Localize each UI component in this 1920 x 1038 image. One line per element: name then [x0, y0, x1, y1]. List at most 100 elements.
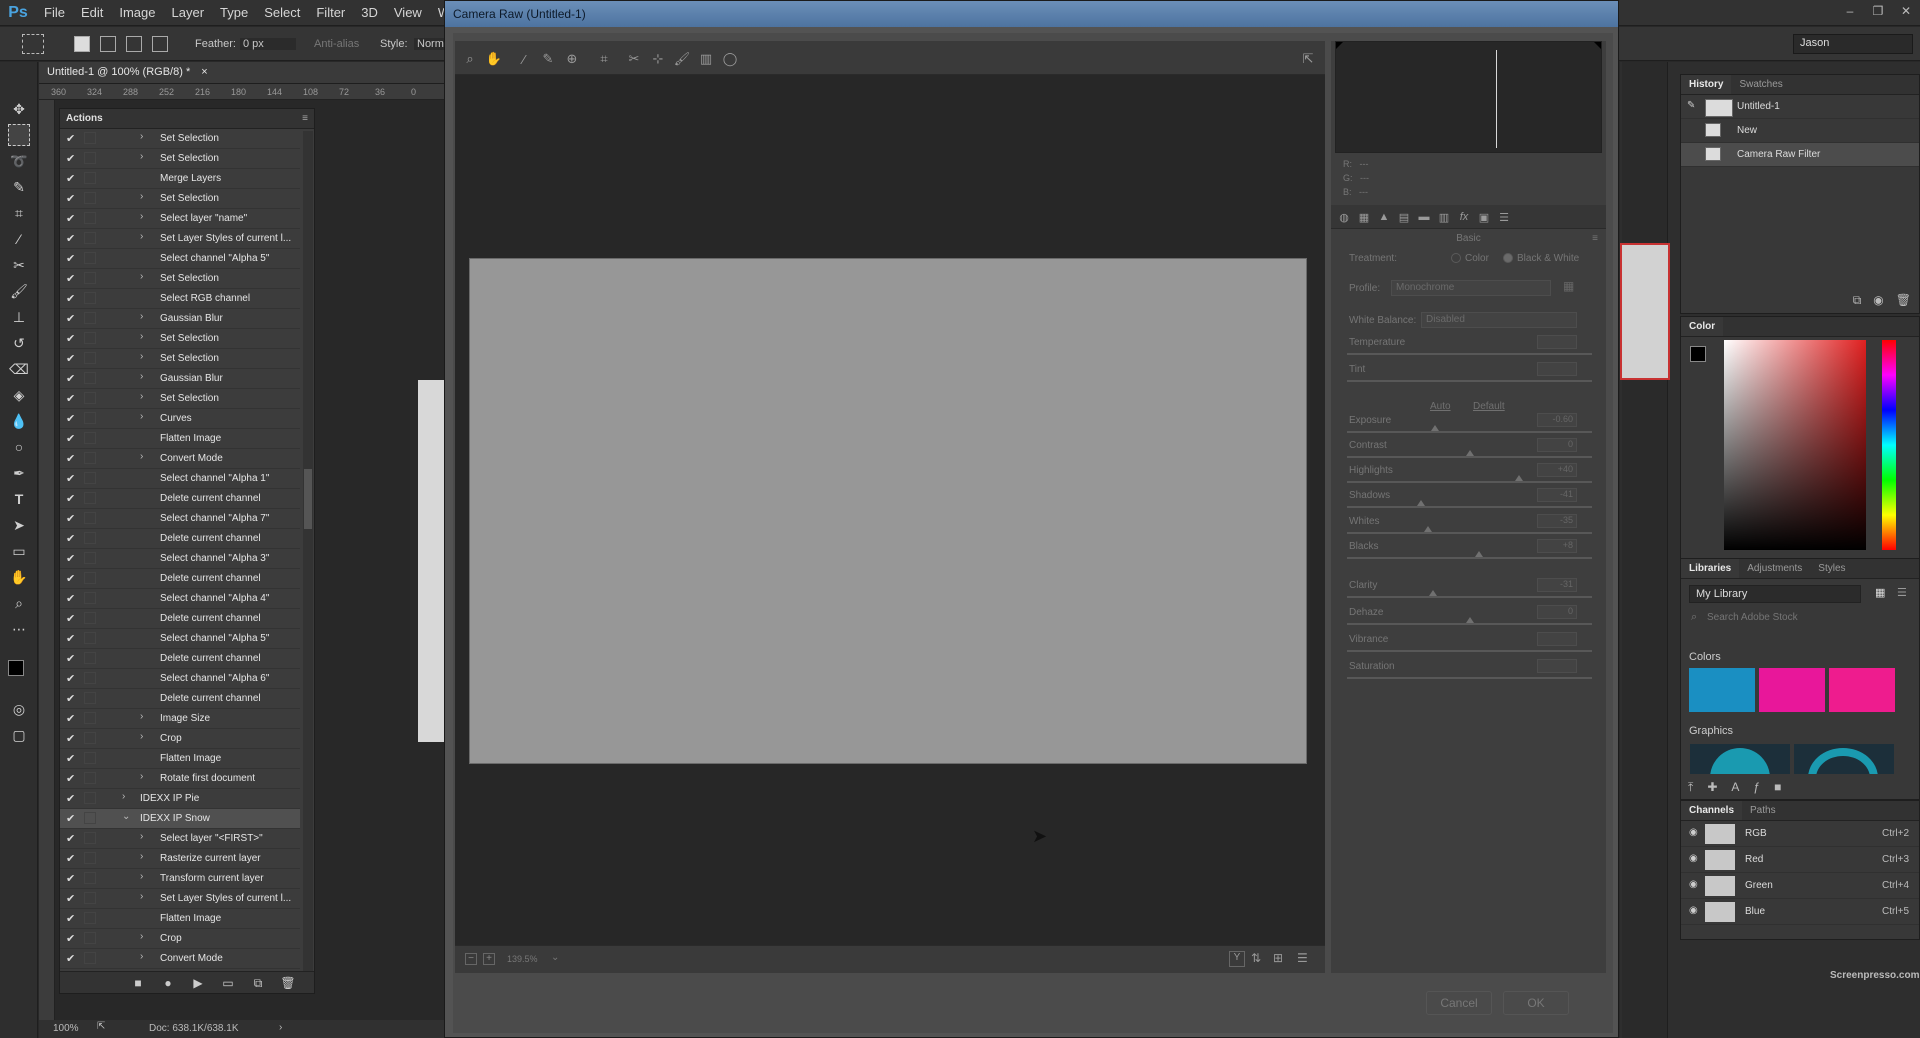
- dialog-toggle[interactable]: [84, 672, 96, 684]
- dialog-toggle[interactable]: [84, 372, 96, 384]
- healing-tool-icon[interactable]: ✂: [8, 254, 30, 276]
- dialog-toggle[interactable]: [84, 352, 96, 364]
- expand-chevron-icon[interactable]: ›: [122, 791, 125, 802]
- vibrance-value-field[interactable]: [1537, 632, 1577, 646]
- camera-calibration-icon[interactable]: ▣: [1477, 210, 1491, 224]
- library-graphic-1[interactable]: [1690, 744, 1790, 774]
- toggle-check-icon[interactable]: ✔: [66, 892, 75, 905]
- history-snapshot[interactable]: ✎ Untitled-1: [1681, 95, 1919, 119]
- dialog-toggle[interactable]: [84, 652, 96, 664]
- menu-filter[interactable]: Filter: [308, 0, 353, 26]
- expand-chevron-icon[interactable]: ›: [140, 711, 143, 722]
- channel-row[interactable]: ◉ RGB Ctrl+2: [1681, 821, 1919, 847]
- dehaze-slider-track[interactable]: [1347, 623, 1592, 625]
- toggle-check-icon[interactable]: ✔: [66, 372, 75, 385]
- radial-filter-icon[interactable]: ◯: [721, 50, 739, 68]
- profile-select[interactable]: Monochrome: [1391, 280, 1551, 296]
- toggle-settings-icon[interactable]: ☰: [1297, 951, 1308, 965]
- expand-chevron-icon[interactable]: ›: [140, 371, 143, 382]
- action-step-row[interactable]: ✔ Merge Layers: [60, 169, 300, 189]
- toggle-check-icon[interactable]: ✔: [66, 612, 75, 625]
- treatment-color-radio[interactable]: [1451, 253, 1461, 263]
- expand-chevron-icon[interactable]: ›: [140, 311, 143, 322]
- action-step-row[interactable]: ✔ › Set Layer Styles of current l...: [60, 229, 300, 249]
- dialog-toggle[interactable]: [84, 272, 96, 284]
- dialog-toggle[interactable]: [84, 812, 96, 824]
- treatment-bw-radio[interactable]: [1503, 253, 1513, 263]
- action-step-row[interactable]: ✔ Delete current channel: [60, 649, 300, 669]
- action-step-row[interactable]: ✔ › Convert Mode: [60, 949, 300, 969]
- eyedropper-tool-icon[interactable]: ⁄: [8, 228, 30, 250]
- action-step-row[interactable]: ✔ › Gaussian Blur: [60, 369, 300, 389]
- expand-chevron-icon[interactable]: ›: [140, 211, 143, 222]
- type-tool-icon[interactable]: T: [8, 488, 30, 510]
- camera-raw-image[interactable]: [469, 258, 1307, 764]
- toggle-check-icon[interactable]: ✔: [66, 512, 75, 525]
- add-color-icon[interactable]: ■: [1774, 780, 1781, 795]
- blacks-value-field[interactable]: +8: [1537, 539, 1577, 553]
- toggle-check-icon[interactable]: ✔: [66, 592, 75, 605]
- more-tools-icon[interactable]: ⋯: [8, 618, 30, 640]
- panel-menu-icon[interactable]: ≡: [302, 113, 308, 124]
- dialog-toggle[interactable]: [84, 712, 96, 724]
- actions-panel-title[interactable]: Actions: [66, 113, 103, 124]
- vibrance-slider-track[interactable]: [1347, 650, 1592, 652]
- zoom-tool-icon[interactable]: ⌕: [461, 50, 479, 68]
- toggle-check-icon[interactable]: ✔: [66, 312, 75, 325]
- dialog-toggle[interactable]: [84, 592, 96, 604]
- shadows-value-field[interactable]: -41: [1537, 488, 1577, 502]
- dialog-toggle[interactable]: [84, 512, 96, 524]
- action-step-row[interactable]: ✔ › Set Selection: [60, 349, 300, 369]
- auto-link[interactable]: Auto: [1430, 401, 1451, 412]
- dialog-toggle[interactable]: [84, 192, 96, 204]
- dodge-tool-icon[interactable]: ○: [8, 436, 30, 458]
- upload-icon[interactable]: ⤒: [1688, 780, 1693, 795]
- toggle-check-icon[interactable]: ✔: [66, 192, 75, 205]
- toggle-check-icon[interactable]: ✔: [66, 212, 75, 225]
- new-selection-icon[interactable]: [74, 36, 90, 52]
- toggle-check-icon[interactable]: ✔: [66, 552, 75, 565]
- detail-icon[interactable]: ▲: [1377, 210, 1391, 224]
- feather-input[interactable]: 0 px: [240, 38, 296, 50]
- toggle-check-icon[interactable]: ✔: [66, 252, 75, 265]
- dialog-toggle[interactable]: [84, 832, 96, 844]
- expand-chevron-icon[interactable]: ›: [140, 871, 143, 882]
- library-color-swatch[interactable]: [1759, 668, 1825, 712]
- eye-icon[interactable]: ◉: [1689, 879, 1698, 890]
- lens-corrections-icon[interactable]: ▥: [1437, 210, 1451, 224]
- highlights-slider-track[interactable]: [1347, 481, 1592, 483]
- dialog-toggle[interactable]: [84, 952, 96, 964]
- dialog-toggle[interactable]: [84, 692, 96, 704]
- action-step-row[interactable]: ✔ Delete current channel: [60, 529, 300, 549]
- expand-chevron-icon[interactable]: ›: [140, 451, 143, 462]
- trash-icon[interactable]: 🗑: [280, 975, 296, 991]
- copy-settings-icon[interactable]: ⊞: [1273, 951, 1283, 965]
- dialog-toggle[interactable]: [84, 472, 96, 484]
- expand-chevron-icon[interactable]: ›: [140, 331, 143, 342]
- dialog-toggle[interactable]: [84, 932, 96, 944]
- grid-view-icon[interactable]: ▦: [1875, 586, 1885, 599]
- add-text-icon[interactable]: A: [1731, 780, 1739, 795]
- action-step-row[interactable]: ✔ › Set Selection: [60, 389, 300, 409]
- expand-chevron-icon[interactable]: ›: [140, 831, 143, 842]
- tab-swatches[interactable]: Swatches: [1731, 75, 1790, 94]
- intersect-selection-icon[interactable]: [152, 36, 168, 52]
- library-color-swatch[interactable]: [1829, 668, 1895, 712]
- action-step-row[interactable]: ✔ › Crop: [60, 929, 300, 949]
- contrast-slider-thumb[interactable]: [1465, 450, 1474, 456]
- toggle-check-icon[interactable]: ✔: [66, 812, 75, 825]
- action-set-row[interactable]: ✔ › IDEXX IP Pie: [60, 789, 300, 809]
- effects-icon[interactable]: fx: [1457, 210, 1471, 224]
- action-step-row[interactable]: ✔ Select RGB channel: [60, 289, 300, 309]
- dialog-toggle[interactable]: [84, 132, 96, 144]
- ok-button[interactable]: OK: [1503, 991, 1569, 1015]
- dialog-toggle[interactable]: [84, 152, 96, 164]
- hand-tool-icon[interactable]: ✋: [8, 566, 30, 588]
- blacks-slider-track[interactable]: [1347, 557, 1592, 559]
- whites-value-field[interactable]: -35: [1537, 514, 1577, 528]
- dialog-toggle[interactable]: [84, 852, 96, 864]
- zoom-tool-icon[interactable]: ⌕: [8, 592, 30, 614]
- action-step-row[interactable]: ✔ Delete current channel: [60, 689, 300, 709]
- action-step-row[interactable]: ✔ Select channel "Alpha 6": [60, 669, 300, 689]
- expand-chevron-icon[interactable]: ›: [140, 771, 143, 782]
